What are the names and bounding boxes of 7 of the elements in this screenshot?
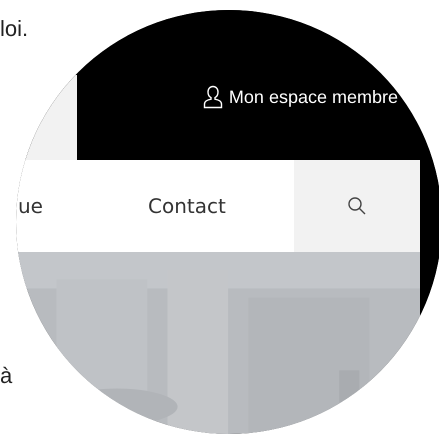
member-link[interactable]: Mon espace membre — [202, 85, 398, 109]
body-text: loi. — [0, 18, 30, 40]
search-icon[interactable] — [347, 196, 367, 216]
nav-link[interactable]: ue — [18, 194, 148, 218]
user-icon — [202, 85, 223, 109]
nav-link[interactable]: Contact — [148, 194, 226, 218]
body-text: à — [0, 365, 14, 387]
